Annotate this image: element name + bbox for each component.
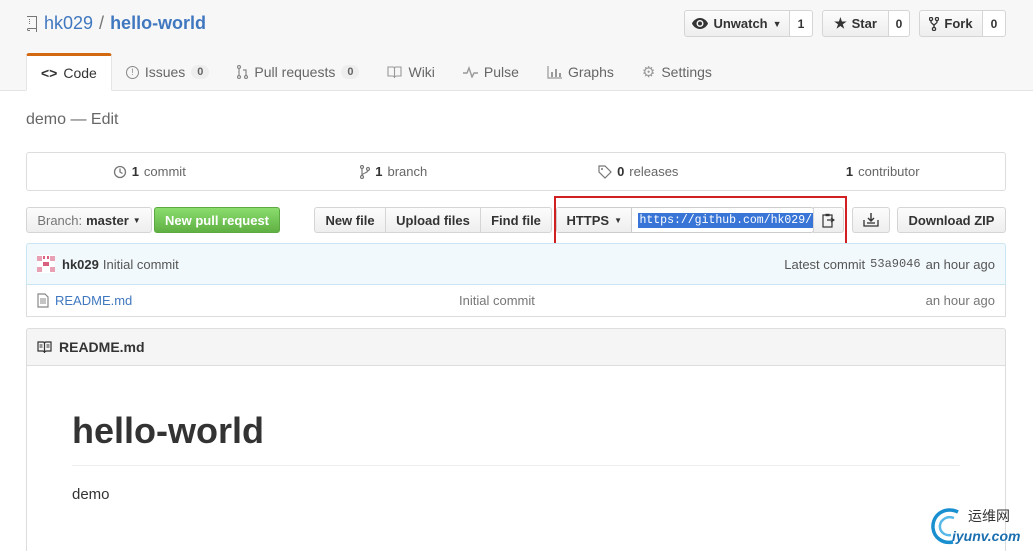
tab-wiki[interactable]: Wiki: [373, 53, 448, 91]
tab-settings[interactable]: ⚙ Settings: [628, 53, 726, 91]
releases-count-link[interactable]: 0 releases: [516, 153, 761, 190]
latest-commit-bar: hk029 Initial commit Latest commit 53a90…: [26, 243, 1006, 285]
history-icon: [113, 165, 126, 178]
code-icon: <>: [41, 65, 58, 81]
repo-icon: [27, 15, 37, 32]
commit-author-link[interactable]: hk029: [62, 257, 99, 272]
tab-pull-requests[interactable]: Pull requests 0: [223, 53, 373, 91]
graph-icon: [547, 65, 562, 79]
branches-number: 1: [375, 164, 383, 179]
tab-code-label: Code: [63, 65, 97, 81]
desktop-download-icon: [863, 213, 879, 227]
contributors-count-link[interactable]: 1 contributor: [761, 153, 1006, 190]
tab-pulse[interactable]: Pulse: [449, 53, 533, 91]
repo-nav-tabs: <> Code ! Issues 0 Pull requests 0 Wiki …: [26, 53, 726, 91]
file-row: README.md Initial commit an hour ago: [26, 285, 1006, 317]
commit-sha-link[interactable]: 53a9046: [870, 257, 920, 271]
commits-number: 1: [131, 164, 139, 179]
readme-paragraph: demo: [72, 486, 110, 503]
highlight-box: [554, 196, 847, 245]
pulse-icon: [462, 66, 478, 78]
new-file-button[interactable]: New file: [314, 207, 386, 233]
tab-graphs-label: Graphs: [567, 64, 614, 80]
find-file-button[interactable]: Find file: [480, 207, 552, 233]
tab-pull-requests-label: Pull requests: [254, 64, 336, 80]
contributors-number: 1: [845, 164, 854, 179]
issues-counter: 0: [191, 65, 210, 79]
file-commit-message-link[interactable]: Initial commit: [459, 293, 535, 308]
commits-label: commit: [143, 164, 186, 179]
tab-settings-label: Settings: [661, 64, 712, 80]
numbers-summary: 1 commit 1 branch 0 releases 1 contribut…: [26, 152, 1006, 191]
pull-requests-counter: 0: [341, 65, 360, 79]
avatar: [37, 255, 55, 273]
tab-graphs[interactable]: Graphs: [533, 53, 628, 91]
upload-files-button[interactable]: Upload files: [385, 207, 481, 233]
tab-issues[interactable]: ! Issues 0: [112, 53, 224, 91]
book-icon: [37, 341, 52, 353]
download-zip-button[interactable]: Download ZIP: [897, 207, 1006, 233]
fork-button[interactable]: Fork: [919, 10, 983, 37]
commits-count-link[interactable]: 1 commit: [27, 153, 272, 190]
repo-description: demo — Edit: [26, 111, 119, 128]
branch-prefix: Branch:: [37, 212, 83, 228]
latest-commit-label: Latest commit: [784, 256, 866, 272]
watermark-cn-text: 运维网: [968, 508, 1010, 524]
git-branch-icon: [360, 164, 371, 179]
tab-wiki-label: Wiki: [408, 64, 435, 80]
branch-select[interactable]: Branch: master ▼: [26, 207, 152, 233]
new-pull-request-button[interactable]: New pull request: [154, 207, 280, 233]
commit-time: an hour ago: [925, 256, 995, 272]
contributors-label: contributor: [858, 164, 920, 179]
repo-owner-link[interactable]: hk029: [44, 13, 93, 34]
caret-down-icon: ▼: [772, 18, 782, 29]
tab-pulse-label: Pulse: [483, 64, 519, 80]
releases-number: 0: [617, 164, 625, 179]
repo-title: hk029 / hello-world: [26, 13, 206, 34]
star-button[interactable]: ★ Star: [822, 10, 889, 37]
releases-label: releases: [629, 164, 679, 179]
branches-count-link[interactable]: 1 branch: [272, 153, 517, 190]
tab-code[interactable]: <> Code: [26, 53, 112, 91]
repo-name-link[interactable]: hello-world: [110, 13, 206, 34]
fork-count[interactable]: 0: [983, 10, 1006, 37]
unwatch-label: Unwatch: [713, 16, 768, 31]
tab-issues-label: Issues: [144, 64, 186, 80]
watch-count[interactable]: 1: [790, 10, 813, 37]
unwatch-button[interactable]: Unwatch ▼: [684, 10, 790, 37]
repo-separator: /: [99, 13, 105, 33]
caret-down-icon: ▼: [132, 215, 141, 225]
star-label: Star: [851, 16, 877, 31]
open-in-desktop-button[interactable]: [852, 207, 890, 233]
git-pull-request-icon: [237, 65, 249, 79]
readme-header: README.md: [26, 328, 1006, 366]
issue-opened-icon: !: [125, 65, 139, 79]
tag-icon: [598, 164, 612, 179]
site-watermark: 运维网 iyunv.com: [928, 504, 1028, 548]
readme-title: README.md: [59, 339, 145, 355]
file-name-link[interactable]: README.md: [55, 293, 459, 308]
readme-heading: hello-world: [72, 410, 264, 451]
branch-name: master: [86, 212, 129, 228]
heading-divider: [72, 465, 960, 466]
readme-body: [26, 366, 1006, 551]
fork-label: Fork: [944, 16, 973, 31]
star-icon: ★: [834, 15, 847, 31]
star-count[interactable]: 0: [889, 10, 910, 37]
commit-message-link[interactable]: Initial commit: [103, 257, 179, 272]
gear-icon: ⚙: [641, 64, 656, 81]
eye-icon: [692, 18, 709, 29]
fork-icon: [929, 16, 940, 31]
branches-label: branch: [387, 164, 428, 179]
watermark-domain: iyunv.com: [952, 528, 1021, 544]
book-icon: [387, 66, 403, 78]
file-text-icon: [37, 293, 49, 308]
file-age: an hour ago: [925, 293, 995, 308]
